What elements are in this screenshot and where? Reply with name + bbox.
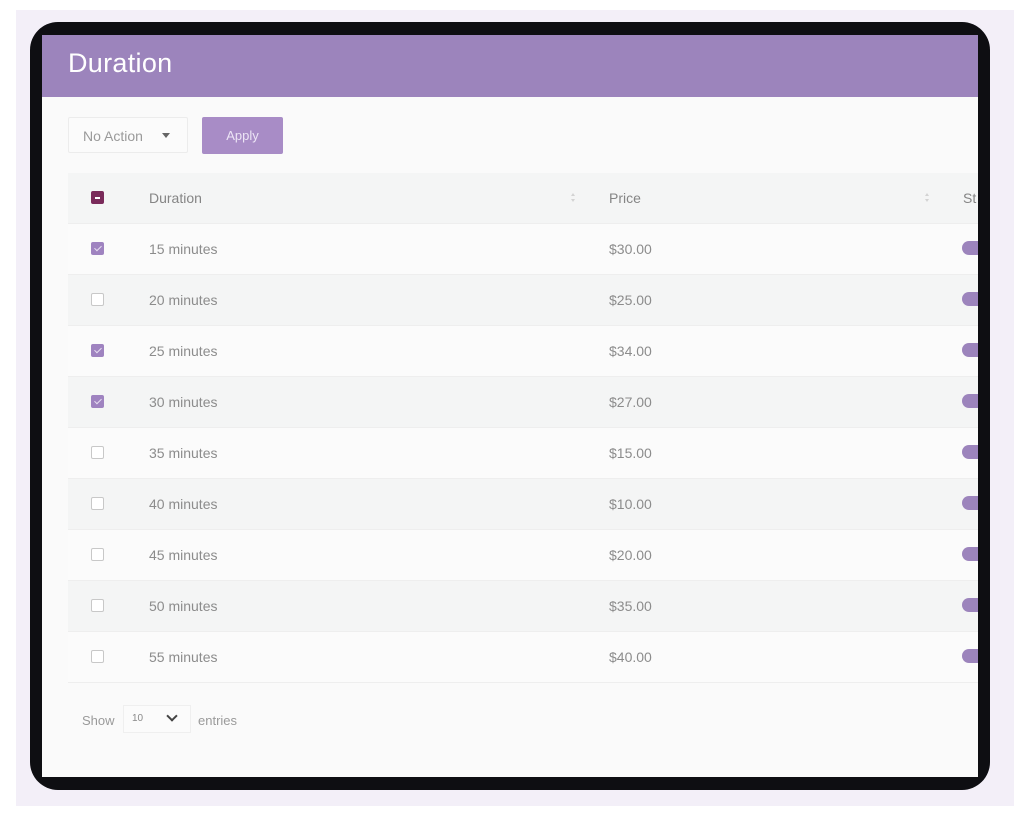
row-checkbox[interactable] — [91, 293, 104, 306]
duration-cell: 50 minutes — [149, 598, 218, 614]
column-header-status[interactable]: St — [963, 190, 976, 206]
status-toggle[interactable] — [962, 496, 978, 510]
price-cell: $34.00 — [609, 343, 652, 359]
table-row: 30 minutes $27.00 — [68, 377, 978, 428]
table-row: 15 minutes $30.00 — [68, 224, 978, 275]
durations-table: Duration Price St 15 minutes $30.00 20 min… — [68, 173, 978, 683]
price-cell: $30.00 — [609, 241, 652, 257]
table-footer: Show 10 entries — [82, 705, 482, 735]
table-row: 50 minutes $35.00 — [68, 581, 978, 632]
price-cell: $15.00 — [609, 445, 652, 461]
select-all-checkbox[interactable] — [91, 191, 104, 204]
table-row: 25 minutes $34.00 — [68, 326, 978, 377]
bulk-action-select[interactable]: No Action — [68, 117, 188, 153]
row-checkbox[interactable] — [91, 599, 104, 612]
table-body: 15 minutes $30.00 20 minutes $25.00 25 minut… — [68, 224, 978, 683]
duration-cell: 25 minutes — [149, 343, 218, 359]
table-header: Duration Price St — [68, 173, 978, 224]
status-toggle[interactable] — [962, 547, 978, 561]
entries-label: entries — [198, 713, 238, 728]
row-checkbox[interactable] — [91, 446, 104, 459]
duration-cell: 20 minutes — [149, 292, 218, 308]
column-header-price[interactable]: Price — [609, 190, 641, 206]
price-cell: $27.00 — [609, 394, 652, 410]
row-checkbox[interactable] — [91, 242, 104, 255]
price-cell: $35.00 — [609, 598, 652, 614]
row-checkbox[interactable] — [91, 650, 104, 663]
page-size-value: 10 — [132, 713, 144, 724]
table-row: 55 minutes $40.00 — [68, 632, 978, 683]
status-toggle[interactable] — [962, 343, 978, 357]
app-screen: Duration No Action Apply Duration Price … — [42, 35, 978, 777]
table-row: 35 minutes $15.00 — [68, 428, 978, 479]
price-cell: $10.00 — [609, 496, 652, 512]
duration-cell: 35 minutes — [149, 445, 218, 461]
apply-button[interactable]: Apply — [202, 117, 283, 154]
row-checkbox[interactable] — [91, 497, 104, 510]
content-card: No Action Apply Duration Price St 15 min… — [46, 97, 978, 777]
duration-cell: 45 minutes — [149, 547, 218, 563]
sort-icon[interactable] — [924, 193, 930, 205]
status-toggle[interactable] — [962, 394, 978, 408]
price-cell: $20.00 — [609, 547, 652, 563]
row-checkbox[interactable] — [91, 395, 104, 408]
status-toggle[interactable] — [962, 241, 978, 255]
duration-cell: 55 minutes — [149, 649, 218, 665]
table-row: 20 minutes $25.00 — [68, 275, 978, 326]
show-label: Show — [82, 713, 115, 728]
sort-icon[interactable] — [570, 193, 576, 205]
table-row: 45 minutes $20.00 — [68, 530, 978, 581]
status-toggle[interactable] — [962, 292, 978, 306]
status-toggle[interactable] — [962, 598, 978, 612]
price-cell: $25.00 — [609, 292, 652, 308]
chevron-down-icon — [166, 710, 178, 722]
page-header: Duration — [42, 35, 978, 97]
duration-cell: 15 minutes — [149, 241, 218, 257]
price-cell: $40.00 — [609, 649, 652, 665]
bulk-action-value: No Action — [83, 128, 143, 144]
column-header-duration[interactable]: Duration — [149, 190, 202, 206]
duration-cell: 40 minutes — [149, 496, 218, 512]
caret-down-icon — [162, 133, 170, 138]
status-toggle[interactable] — [962, 649, 978, 663]
row-checkbox[interactable] — [91, 344, 104, 357]
page-size-select[interactable]: 10 — [123, 705, 191, 733]
status-toggle[interactable] — [962, 445, 978, 459]
duration-cell: 30 minutes — [149, 394, 218, 410]
page-title: Duration — [68, 48, 173, 78]
table-row: 40 minutes $10.00 — [68, 479, 978, 530]
row-checkbox[interactable] — [91, 548, 104, 561]
